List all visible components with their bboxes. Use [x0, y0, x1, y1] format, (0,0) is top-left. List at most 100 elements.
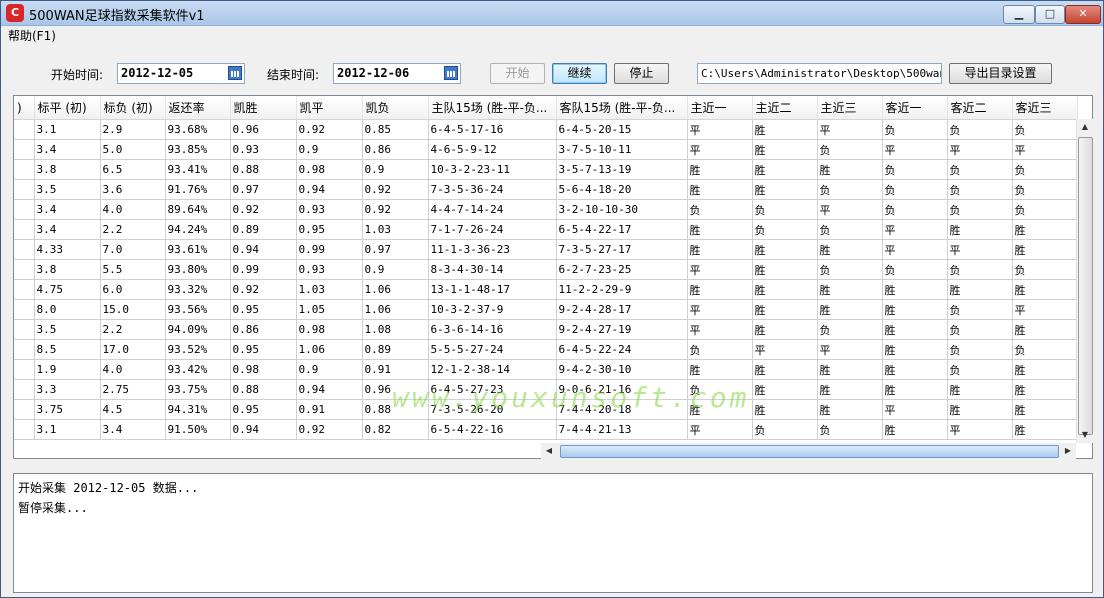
table-cell[interactable]: 胜 [687, 239, 753, 260]
table-cell[interactable]: 9-2-4-27-19 [556, 319, 688, 340]
table-cell[interactable]: 7-3-5-27-17 [556, 239, 688, 260]
table-cell[interactable]: 89.64% [165, 199, 231, 220]
column-header[interactable]: 标平 (初) [34, 96, 101, 120]
table-cell[interactable]: 93.42% [165, 359, 231, 380]
table-cell[interactable]: 平 [882, 239, 948, 260]
table-cell[interactable]: 平 [947, 419, 1013, 440]
table-cell[interactable]: 胜 [947, 219, 1013, 240]
table-cell[interactable]: 0.89 [230, 219, 297, 240]
table-row[interactable]: 1.9 4.0 93.42% 0.98 0.9 0.91 12-1-2-38-14 9-4-2… [14, 359, 1078, 380]
table-cell[interactable]: 0.98 [230, 359, 297, 380]
table-cell[interactable] [14, 339, 35, 360]
table-cell[interactable]: 1.06 [296, 339, 363, 360]
table-cell[interactable]: 3-2-10-10-30 [556, 199, 688, 220]
table-cell[interactable]: 平 [1012, 299, 1078, 320]
table-cell[interactable]: 负 [947, 159, 1013, 180]
table-cell[interactable]: 负 [752, 419, 818, 440]
table-cell[interactable]: 0.93 [296, 259, 363, 280]
table-cell[interactable]: 负 [947, 299, 1013, 320]
table-cell[interactable] [14, 219, 35, 240]
table-row[interactable]: 8.0 15.0 93.56% 0.95 1.05 1.06 10-3-2-37-9 9-2-… [14, 299, 1078, 320]
table-cell[interactable]: 负 [752, 199, 818, 220]
table-cell[interactable]: 平 [817, 339, 883, 360]
table-cell[interactable]: 93.61% [165, 239, 231, 260]
table-row[interactable]: 4.33 7.0 93.61% 0.94 0.99 0.97 11-1-3-36-23 7-3… [14, 239, 1078, 260]
table-cell[interactable]: 0.96 [362, 379, 429, 400]
table-cell[interactable]: 4-4-7-14-24 [428, 199, 557, 220]
export-path-field[interactable]: C:\Users\Administrator\Desktop\500wan\ [697, 63, 942, 84]
export-dir-settings-button[interactable]: 导出目录设置 [949, 63, 1052, 84]
table-cell[interactable]: 负 [947, 339, 1013, 360]
table-cell[interactable] [14, 419, 35, 440]
table-cell[interactable]: 平 [882, 219, 948, 240]
table-cell[interactable]: 0.93 [230, 139, 297, 160]
table-cell[interactable]: 0.92 [362, 199, 429, 220]
table-cell[interactable]: 2.2 [100, 219, 166, 240]
table-cell[interactable]: 93.80% [165, 259, 231, 280]
table-cell[interactable]: 负 [947, 259, 1013, 280]
start-button[interactable]: 开始 [490, 63, 545, 84]
close-button[interactable]: ✕ [1065, 5, 1101, 24]
column-header[interactable]: 凯胜 [230, 96, 297, 120]
table-row[interactable]: 3.4 4.0 89.64% 0.92 0.93 0.92 4-4-7-14-24 3-2-1… [14, 199, 1078, 220]
table-cell[interactable]: 0.99 [296, 239, 363, 260]
table-cell[interactable]: 3.4 [34, 219, 101, 240]
table-cell[interactable]: 胜 [1012, 419, 1078, 440]
table-cell[interactable]: 胜 [752, 299, 818, 320]
table-cell[interactable]: 0.82 [362, 419, 429, 440]
table-cell[interactable]: 6-3-6-14-16 [428, 319, 557, 340]
table-cell[interactable]: 17.0 [100, 339, 166, 360]
calendar-icon[interactable] [444, 66, 458, 80]
table-cell[interactable]: 0.85 [362, 119, 429, 140]
table-cell[interactable]: 平 [882, 399, 948, 420]
log-output[interactable]: 开始采集 2012-12-05 数据... 暂停采集... [13, 473, 1093, 593]
table-cell[interactable]: 负 [687, 199, 753, 220]
table-cell[interactable]: 1.03 [362, 219, 429, 240]
table-cell[interactable]: 0.95 [230, 299, 297, 320]
table-cell[interactable]: 负 [882, 119, 948, 140]
scroll-up-arrow-icon[interactable]: ▲ [1077, 119, 1093, 135]
table-cell[interactable]: 4.5 [100, 399, 166, 420]
table-cell[interactable]: 6.5 [100, 159, 166, 180]
vertical-scrollbar[interactable]: ▲ ▼ [1076, 119, 1093, 443]
table-cell[interactable]: 胜 [1012, 319, 1078, 340]
table-cell[interactable]: 平 [687, 119, 753, 140]
table-cell[interactable]: 0.86 [230, 319, 297, 340]
table-cell[interactable]: 胜 [882, 379, 948, 400]
table-cell[interactable]: 胜 [1012, 239, 1078, 260]
table-cell[interactable] [14, 379, 35, 400]
table-cell[interactable]: 10-3-2-23-11 [428, 159, 557, 180]
table-cell[interactable]: 平 [687, 259, 753, 280]
table-cell[interactable]: 3.6 [100, 179, 166, 200]
table-cell[interactable]: 0.97 [230, 179, 297, 200]
table-cell[interactable]: 4-6-5-9-12 [428, 139, 557, 160]
table-cell[interactable]: 胜 [752, 279, 818, 300]
column-header[interactable]: 主队15场 (胜-平-负... [428, 96, 557, 120]
table-cell[interactable]: 7-1-7-26-24 [428, 219, 557, 240]
end-date-picker[interactable]: 2012-12-06 [333, 63, 461, 84]
column-header[interactable]: 返还率 [165, 96, 231, 120]
table-cell[interactable]: 2.9 [100, 119, 166, 140]
start-date-picker[interactable]: 2012-12-05 [117, 63, 245, 84]
column-header[interactable]: 客近三 [1012, 96, 1078, 120]
table-cell[interactable]: 12-1-2-38-14 [428, 359, 557, 380]
table-cell[interactable]: 0.96 [230, 119, 297, 140]
table-cell[interactable]: 胜 [882, 319, 948, 340]
table-cell[interactable]: 7-3-5-36-24 [428, 179, 557, 200]
scroll-right-arrow-icon[interactable]: ▶ [1060, 443, 1076, 459]
stop-button[interactable]: 停止 [614, 63, 669, 84]
table-cell[interactable]: 6-5-4-22-16 [428, 419, 557, 440]
table-cell[interactable]: 8.0 [34, 299, 101, 320]
table-cell[interactable]: 1.05 [296, 299, 363, 320]
table-cell[interactable]: 3-7-5-10-11 [556, 139, 688, 160]
table-cell[interactable]: 胜 [752, 359, 818, 380]
table-cell[interactable]: 胜 [752, 139, 818, 160]
table-cell[interactable]: 0.95 [296, 219, 363, 240]
table-cell[interactable]: 7-4-4-21-13 [556, 419, 688, 440]
table-cell[interactable]: 93.75% [165, 379, 231, 400]
table-row[interactable]: 3.3 2.75 93.75% 0.88 0.94 0.96 6-4-5-27-23 9-0-… [14, 379, 1078, 400]
table-cell[interactable]: 负 [817, 139, 883, 160]
table-row[interactable]: 3.5 3.6 91.76% 0.97 0.94 0.92 7-3-5-36-24 5-6-4… [14, 179, 1078, 200]
table-row[interactable]: 3.5 2.2 94.09% 0.86 0.98 1.08 6-3-6-14-16 9-2-4… [14, 319, 1078, 340]
table-cell[interactable]: 负 [687, 379, 753, 400]
